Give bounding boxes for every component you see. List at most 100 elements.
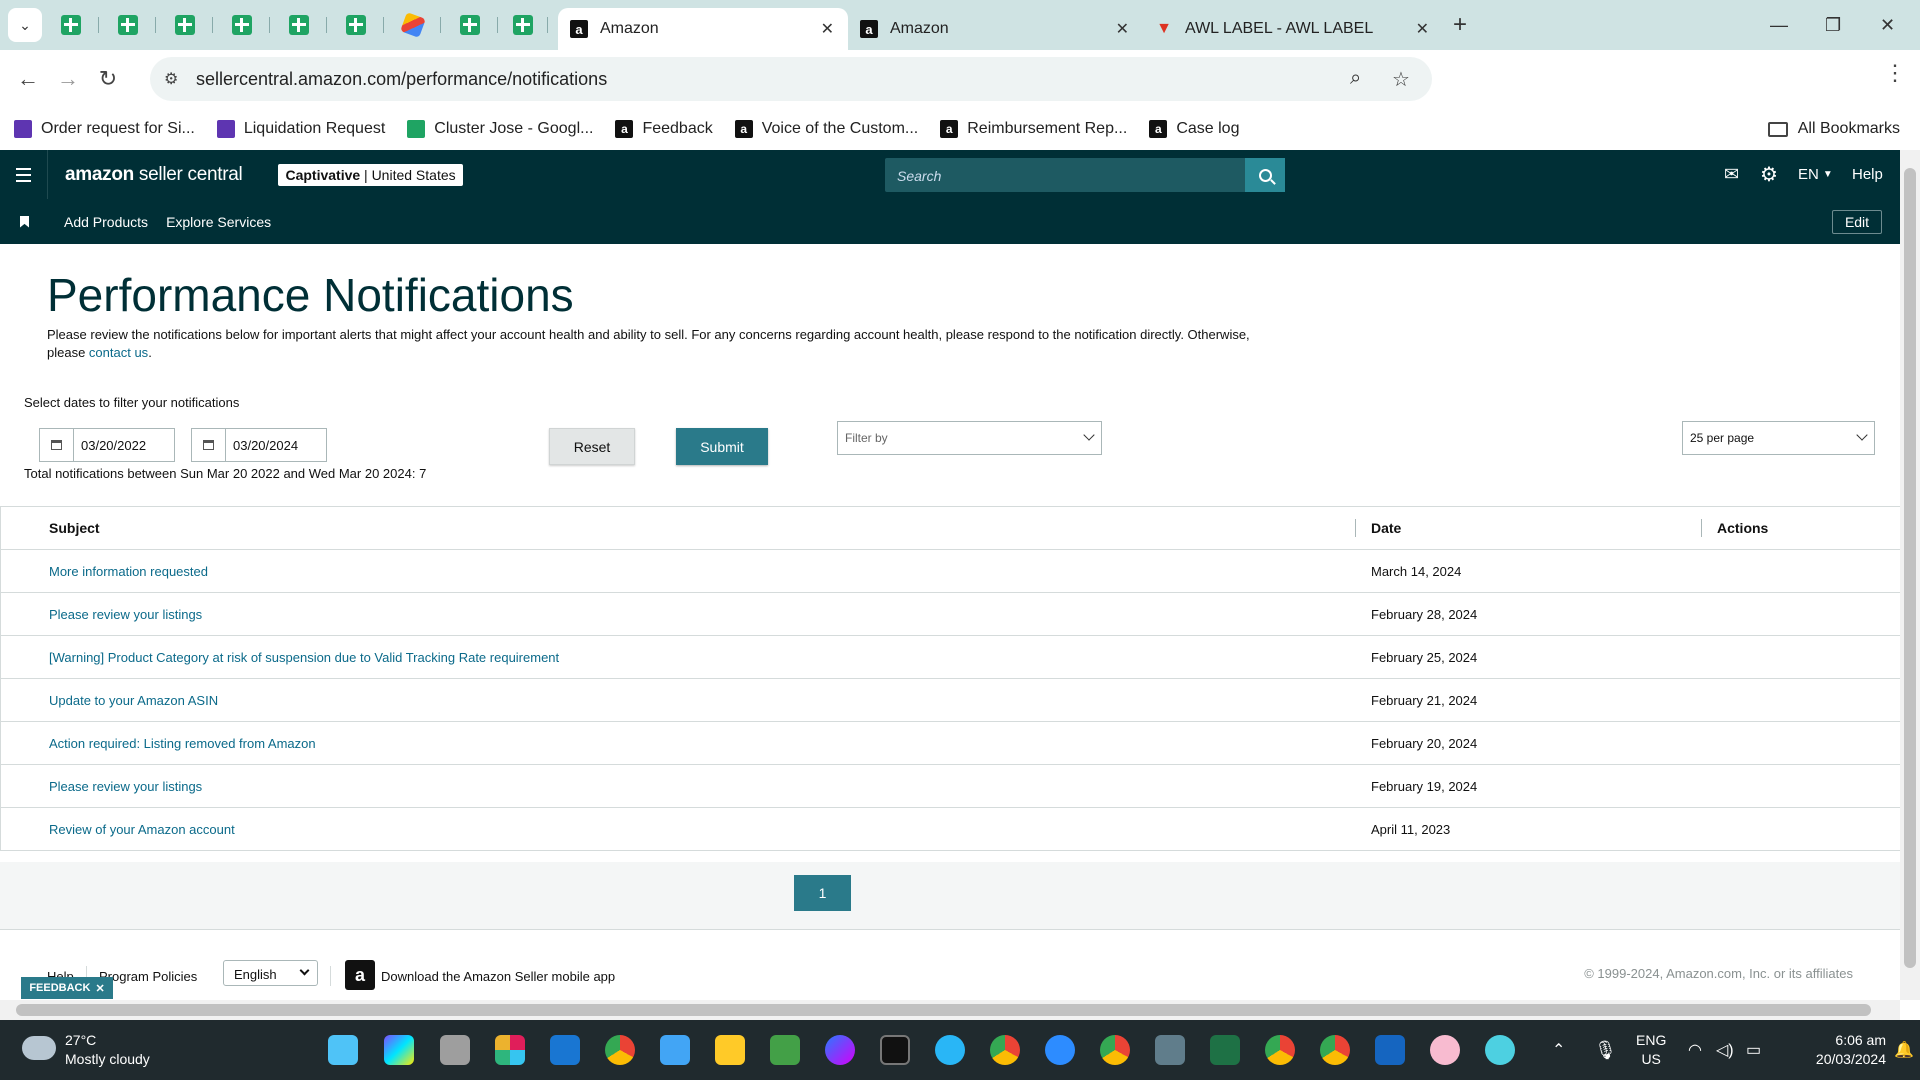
url-omnibox[interactable]: ⚙ sellercentral.amazon.com/performance/n… (150, 57, 1432, 101)
tab-awl-label[interactable]: ▼ AWL LABEL - AWL LABEL ✕ (1143, 8, 1443, 50)
all-bookmarks-button[interactable]: All Bookmarks (1767, 120, 1900, 138)
page-1-button[interactable]: 1 (794, 875, 851, 911)
r-app-icon[interactable] (1375, 1035, 1405, 1065)
vertical-scrollbar[interactable] (1900, 150, 1920, 1000)
close-icon[interactable]: ✕ (1416, 19, 1429, 39)
date-from-value[interactable]: 03/20/2022 (74, 438, 146, 453)
feedback-button[interactable]: FEEDBACK ✕ (21, 977, 113, 999)
pig-app-icon[interactable] (1430, 1035, 1460, 1065)
store-switcher[interactable]: Captivative | United States (278, 163, 463, 186)
back-arrow-icon[interactable]: ← (8, 66, 48, 92)
mail-icon[interactable]: ✉ (1724, 150, 1739, 199)
forward-arrow-icon[interactable]: → (48, 66, 88, 92)
search-button[interactable] (1245, 158, 1285, 192)
chevron-up-icon[interactable]: ⌃ (1552, 1020, 1565, 1080)
chrome-profile-icon[interactable] (1100, 1035, 1130, 1065)
search-input[interactable]: Search (885, 158, 1245, 192)
pinned-tab-sheets-5[interactable] (270, 5, 327, 45)
new-tab-plus-icon[interactable]: + (1453, 11, 1467, 39)
cloudy-weather-icon[interactable] (22, 1030, 56, 1060)
bookmark-liquidation-request[interactable]: Liquidation Request (216, 120, 385, 138)
date-to-value[interactable]: 03/20/2024 (226, 438, 298, 453)
bookmark-order-request[interactable]: Order request for Si... (14, 120, 195, 138)
bookmark-feedback[interactable]: a Feedback (615, 120, 713, 138)
footer-language-select[interactable]: English (223, 960, 318, 986)
microphone-icon[interactable]: 🎙 (1594, 1020, 1617, 1080)
system-clock[interactable]: 6:06 am 20/03/2024 (1786, 1031, 1886, 1069)
bookmark-star-icon[interactable]: ☆ (1392, 67, 1410, 92)
pinned-tab-sheets-2[interactable] (99, 5, 156, 45)
weather-widget[interactable]: 27°C Mostly cloudy (65, 1031, 150, 1069)
browser-menu-icon[interactable]: ⋮ (1875, 60, 1915, 86)
amazon-app-icon[interactable]: a (345, 960, 375, 990)
scroll-thumb[interactable] (1904, 168, 1916, 968)
task-view-icon[interactable] (440, 1035, 470, 1065)
notification-subject-link[interactable]: Please review your listings (49, 607, 202, 622)
tab-amazon[interactable]: a Amazon ✕ (848, 8, 1143, 50)
copilot-icon[interactable] (384, 1035, 414, 1065)
input-language-indicator[interactable]: ENG US (1636, 1031, 1666, 1069)
download-app-link[interactable]: Download the Amazon Seller mobile app (381, 969, 615, 984)
contact-us-link[interactable]: contact us (89, 345, 148, 360)
horizontal-scrollbar[interactable] (0, 1000, 1900, 1020)
mail-app-icon[interactable] (550, 1035, 580, 1065)
wifi-icon[interactable]: ◠ (1688, 1020, 1702, 1080)
chrome-profile-icon[interactable] (1265, 1035, 1295, 1065)
bookmark-reimbursement[interactable]: a Reimbursement Rep... (940, 120, 1127, 138)
zoom-icon[interactable]: ⌕ (1350, 67, 1361, 90)
volume-icon[interactable]: ◁) (1716, 1020, 1734, 1080)
nav-explore-services[interactable]: Explore Services (166, 214, 271, 230)
hamburger-menu-icon[interactable] (0, 150, 48, 199)
footer-program-policies-link[interactable]: Program Policies (99, 969, 197, 984)
meet-icon[interactable] (770, 1035, 800, 1065)
excel-icon[interactable] (1210, 1035, 1240, 1065)
calendar-icon[interactable] (192, 429, 226, 461)
slack-icon[interactable] (495, 1035, 525, 1065)
submit-button[interactable]: Submit (676, 428, 768, 465)
notification-subject-link[interactable]: [Warning] Product Category at risk of su… (49, 650, 559, 665)
chrome-icon[interactable] (605, 1035, 635, 1065)
bookmark-case-log[interactable]: a Case log (1149, 120, 1239, 138)
bookmark-voice-of-customer[interactable]: a Voice of the Custom... (734, 120, 918, 138)
seller-central-logo[interactable]: amazon seller central (65, 164, 243, 186)
notification-subject-link[interactable]: Update to your Amazon ASIN (49, 693, 218, 708)
close-icon[interactable]: ✕ (821, 19, 834, 39)
notification-subject-link[interactable]: Review of your Amazon account (49, 822, 235, 837)
pinned-tab-sheets-3[interactable] (156, 5, 213, 45)
window-close-icon[interactable]: ✕ (1880, 0, 1895, 50)
column-subject[interactable]: Subject (49, 520, 100, 536)
pinned-tab-sheets-8[interactable] (498, 5, 548, 45)
bookmark-cluster-jose[interactable]: Cluster Jose - Googl... (407, 120, 593, 138)
battery-icon[interactable]: ▭ (1746, 1020, 1761, 1080)
nav-add-products[interactable]: Add Products (64, 214, 148, 230)
bookmark-icon[interactable] (20, 215, 29, 228)
pinned-tab-sheets-1[interactable] (42, 5, 99, 45)
paint-app-icon[interactable] (1485, 1035, 1515, 1065)
chrome-profile-icon[interactable] (990, 1035, 1020, 1065)
column-date[interactable]: Date (1371, 520, 1401, 536)
telegram-icon[interactable] (935, 1035, 965, 1065)
filter-by-dropdown[interactable]: Filter by (837, 421, 1102, 455)
messenger-icon[interactable] (825, 1035, 855, 1065)
per-page-dropdown[interactable]: 25 per page (1682, 421, 1875, 455)
notepad-icon[interactable] (660, 1035, 690, 1065)
help-link[interactable]: Help (1852, 150, 1883, 199)
zoom-icon[interactable] (1045, 1035, 1075, 1065)
date-from-picker[interactable]: 03/20/2022 (39, 428, 175, 462)
calendar-icon[interactable] (40, 429, 74, 461)
pinned-tab-sheets-7[interactable] (441, 5, 498, 45)
gear-icon[interactable]: ⚙ (1760, 150, 1778, 199)
tab-amazon-active[interactable]: a Amazon ✕ (558, 8, 848, 50)
reload-icon[interactable]: ↻ (88, 66, 128, 92)
pinned-tab-pen[interactable] (384, 5, 441, 45)
site-info-icon[interactable]: ⚙ (164, 69, 178, 89)
notification-subject-link[interactable]: More information requested (49, 564, 208, 579)
minimize-icon[interactable]: — (1770, 0, 1788, 50)
restore-icon[interactable]: ❐ (1825, 0, 1841, 50)
notification-subject-link[interactable]: Action required: Listing removed from Am… (49, 736, 316, 751)
edit-button[interactable]: Edit (1832, 210, 1882, 234)
calculator-icon[interactable] (1155, 1035, 1185, 1065)
date-to-picker[interactable]: 03/20/2024 (191, 428, 327, 462)
tab-search-button[interactable]: ⌄ (8, 8, 42, 42)
file-explorer-icon[interactable] (715, 1035, 745, 1065)
